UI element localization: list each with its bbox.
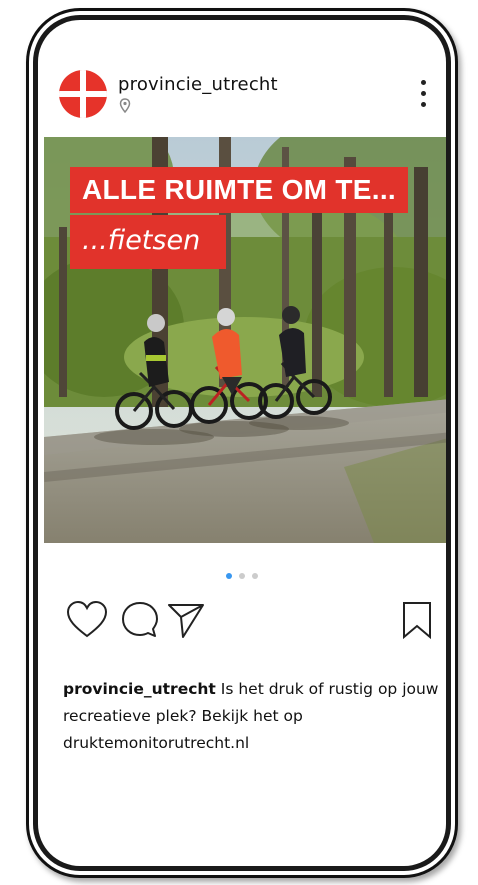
heart-icon[interactable] xyxy=(65,600,109,640)
avatar[interactable] xyxy=(59,70,107,118)
carousel-indicator xyxy=(38,564,446,583)
avatar-cross-horizontal xyxy=(59,91,107,97)
post-image[interactable]: ALLE RUIMTE OM TE... ...fietsen xyxy=(44,137,446,543)
carousel-dot-3[interactable] xyxy=(252,573,259,579)
instagram-post: provincie_utrecht ALLE RUIMTE OM TE... .… xyxy=(38,20,446,866)
comment-icon[interactable] xyxy=(120,600,160,640)
image-title-line1: ALLE RUIMTE OM TE... xyxy=(70,167,408,213)
location-pin-icon[interactable] xyxy=(118,98,132,114)
bookmark-icon[interactable] xyxy=(400,600,434,640)
send-icon[interactable] xyxy=(166,600,206,640)
post-header: provincie_utrecht xyxy=(38,20,446,130)
post-caption: provincie_utrecht Is het druk of rustig … xyxy=(63,676,443,757)
carousel-dot-1[interactable] xyxy=(225,573,232,579)
image-title-line2: ...fietsen xyxy=(70,215,227,269)
caption-username[interactable]: provincie_utrecht xyxy=(63,680,216,698)
more-vertical-icon[interactable] xyxy=(421,80,429,114)
phone-frame: provincie_utrecht ALLE RUIMTE OM TE... .… xyxy=(26,8,458,878)
carousel-dot-2[interactable] xyxy=(239,573,245,579)
username[interactable]: provincie_utrecht xyxy=(118,74,278,95)
